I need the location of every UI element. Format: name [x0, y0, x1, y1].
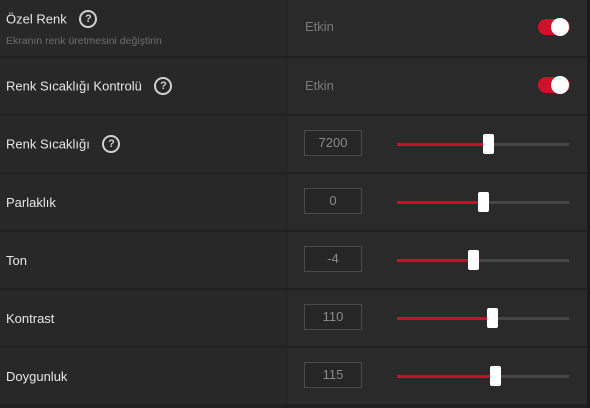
- slider-fill: [397, 375, 496, 378]
- renk-sicakligi-value-input[interactable]: 7200: [304, 130, 362, 156]
- slider-fill: [397, 317, 492, 320]
- setting-row-ozel-renk: Özel Renk ? Ekranın renk üretmesini deği…: [0, 0, 587, 56]
- slider-thumb[interactable]: [467, 250, 479, 270]
- setting-row-ton: Ton -4: [0, 232, 587, 288]
- setting-description: Ekranın renk üretmesini değiştirin: [6, 35, 162, 47]
- setting-label: Özel Renk ?: [6, 10, 98, 28]
- setting-label-text: Kontrast: [6, 311, 55, 327]
- setting-control-cell: -4: [288, 232, 587, 288]
- slider-fill: [397, 201, 483, 204]
- setting-label-cell: Özel Renk ? Ekranın renk üretmesini deği…: [0, 0, 286, 56]
- slider-thumb[interactable]: [483, 134, 495, 154]
- slider-fill: [397, 143, 489, 146]
- setting-control-cell: 110: [288, 290, 587, 346]
- parlaklik-value-input[interactable]: 0: [304, 188, 362, 214]
- setting-label: Doygunluk: [6, 368, 67, 384]
- setting-label-text: Özel Renk: [6, 11, 67, 27]
- setting-row-doygunluk: Doygunluk 115: [0, 348, 587, 404]
- renk-sicakligi-kontrolu-toggle[interactable]: [538, 76, 570, 94]
- setting-label-cell: Renk Sıcaklığı Kontrolü ?: [0, 58, 286, 114]
- setting-label: Kontrast: [6, 310, 54, 326]
- doygunluk-value-input[interactable]: 115: [304, 362, 362, 388]
- ton-slider[interactable]: [397, 232, 569, 288]
- setting-control-cell: 0: [288, 174, 587, 230]
- ton-value-input[interactable]: -4: [304, 246, 362, 272]
- color-settings-panel: Özel Renk ? Ekranın renk üretmesini deği…: [0, 0, 590, 408]
- slider-thumb[interactable]: [478, 192, 489, 212]
- kontrast-value-input[interactable]: 110: [304, 304, 362, 330]
- doygunluk-slider[interactable]: [397, 348, 569, 404]
- help-circle-icon[interactable]: ?: [102, 135, 121, 153]
- setting-label-text: Renk Sıcaklığı Kontrolü: [6, 78, 142, 94]
- kontrast-slider[interactable]: [397, 290, 569, 346]
- setting-label-cell: Doygunluk: [0, 348, 286, 404]
- setting-label: Ton: [6, 252, 27, 268]
- toggle-knob: [551, 18, 569, 36]
- setting-row-renk-sicakligi: Renk Sıcaklığı ? 7200: [0, 116, 587, 172]
- setting-label-text: Renk Sıcaklığı: [6, 136, 90, 152]
- setting-control-cell: 7200: [288, 116, 587, 172]
- setting-control-cell: 115: [288, 348, 587, 404]
- slider-fill: [397, 259, 473, 262]
- setting-label-text: Ton: [6, 253, 27, 269]
- setting-row-parlaklik: Parlaklık 0: [0, 174, 587, 230]
- toggle-status-text: Etkin: [305, 19, 334, 34]
- setting-label-cell: Ton: [0, 232, 286, 288]
- setting-label: Renk Sıcaklığı Kontrolü ?: [6, 77, 173, 95]
- help-circle-icon[interactable]: ?: [79, 10, 98, 28]
- parlaklik-slider[interactable]: [397, 174, 569, 230]
- setting-label: Parlaklık: [6, 194, 56, 210]
- toggle-status-text: Etkin: [305, 78, 334, 93]
- slider-thumb[interactable]: [486, 308, 498, 328]
- slider-thumb[interactable]: [490, 366, 502, 386]
- renk-sicakligi-slider[interactable]: [397, 116, 569, 172]
- help-circle-icon[interactable]: ?: [154, 77, 173, 95]
- toggle-knob: [551, 76, 569, 94]
- setting-row-kontrast: Kontrast 110: [0, 290, 587, 346]
- setting-control-cell: Etkin: [288, 0, 587, 56]
- setting-row-renk-sicakligi-kontrolu: Renk Sıcaklığı Kontrolü ? Etkin: [0, 58, 587, 114]
- setting-control-cell: Etkin: [288, 58, 587, 114]
- setting-label-text: Doygunluk: [6, 369, 68, 385]
- setting-label-text: Parlaklık: [6, 195, 56, 211]
- ozel-renk-toggle[interactable]: [538, 18, 570, 36]
- setting-label-cell: Renk Sıcaklığı ?: [0, 116, 286, 172]
- setting-label-cell: Kontrast: [0, 290, 286, 346]
- setting-label-cell: Parlaklık: [0, 174, 286, 230]
- setting-label: Renk Sıcaklığı ?: [6, 135, 121, 153]
